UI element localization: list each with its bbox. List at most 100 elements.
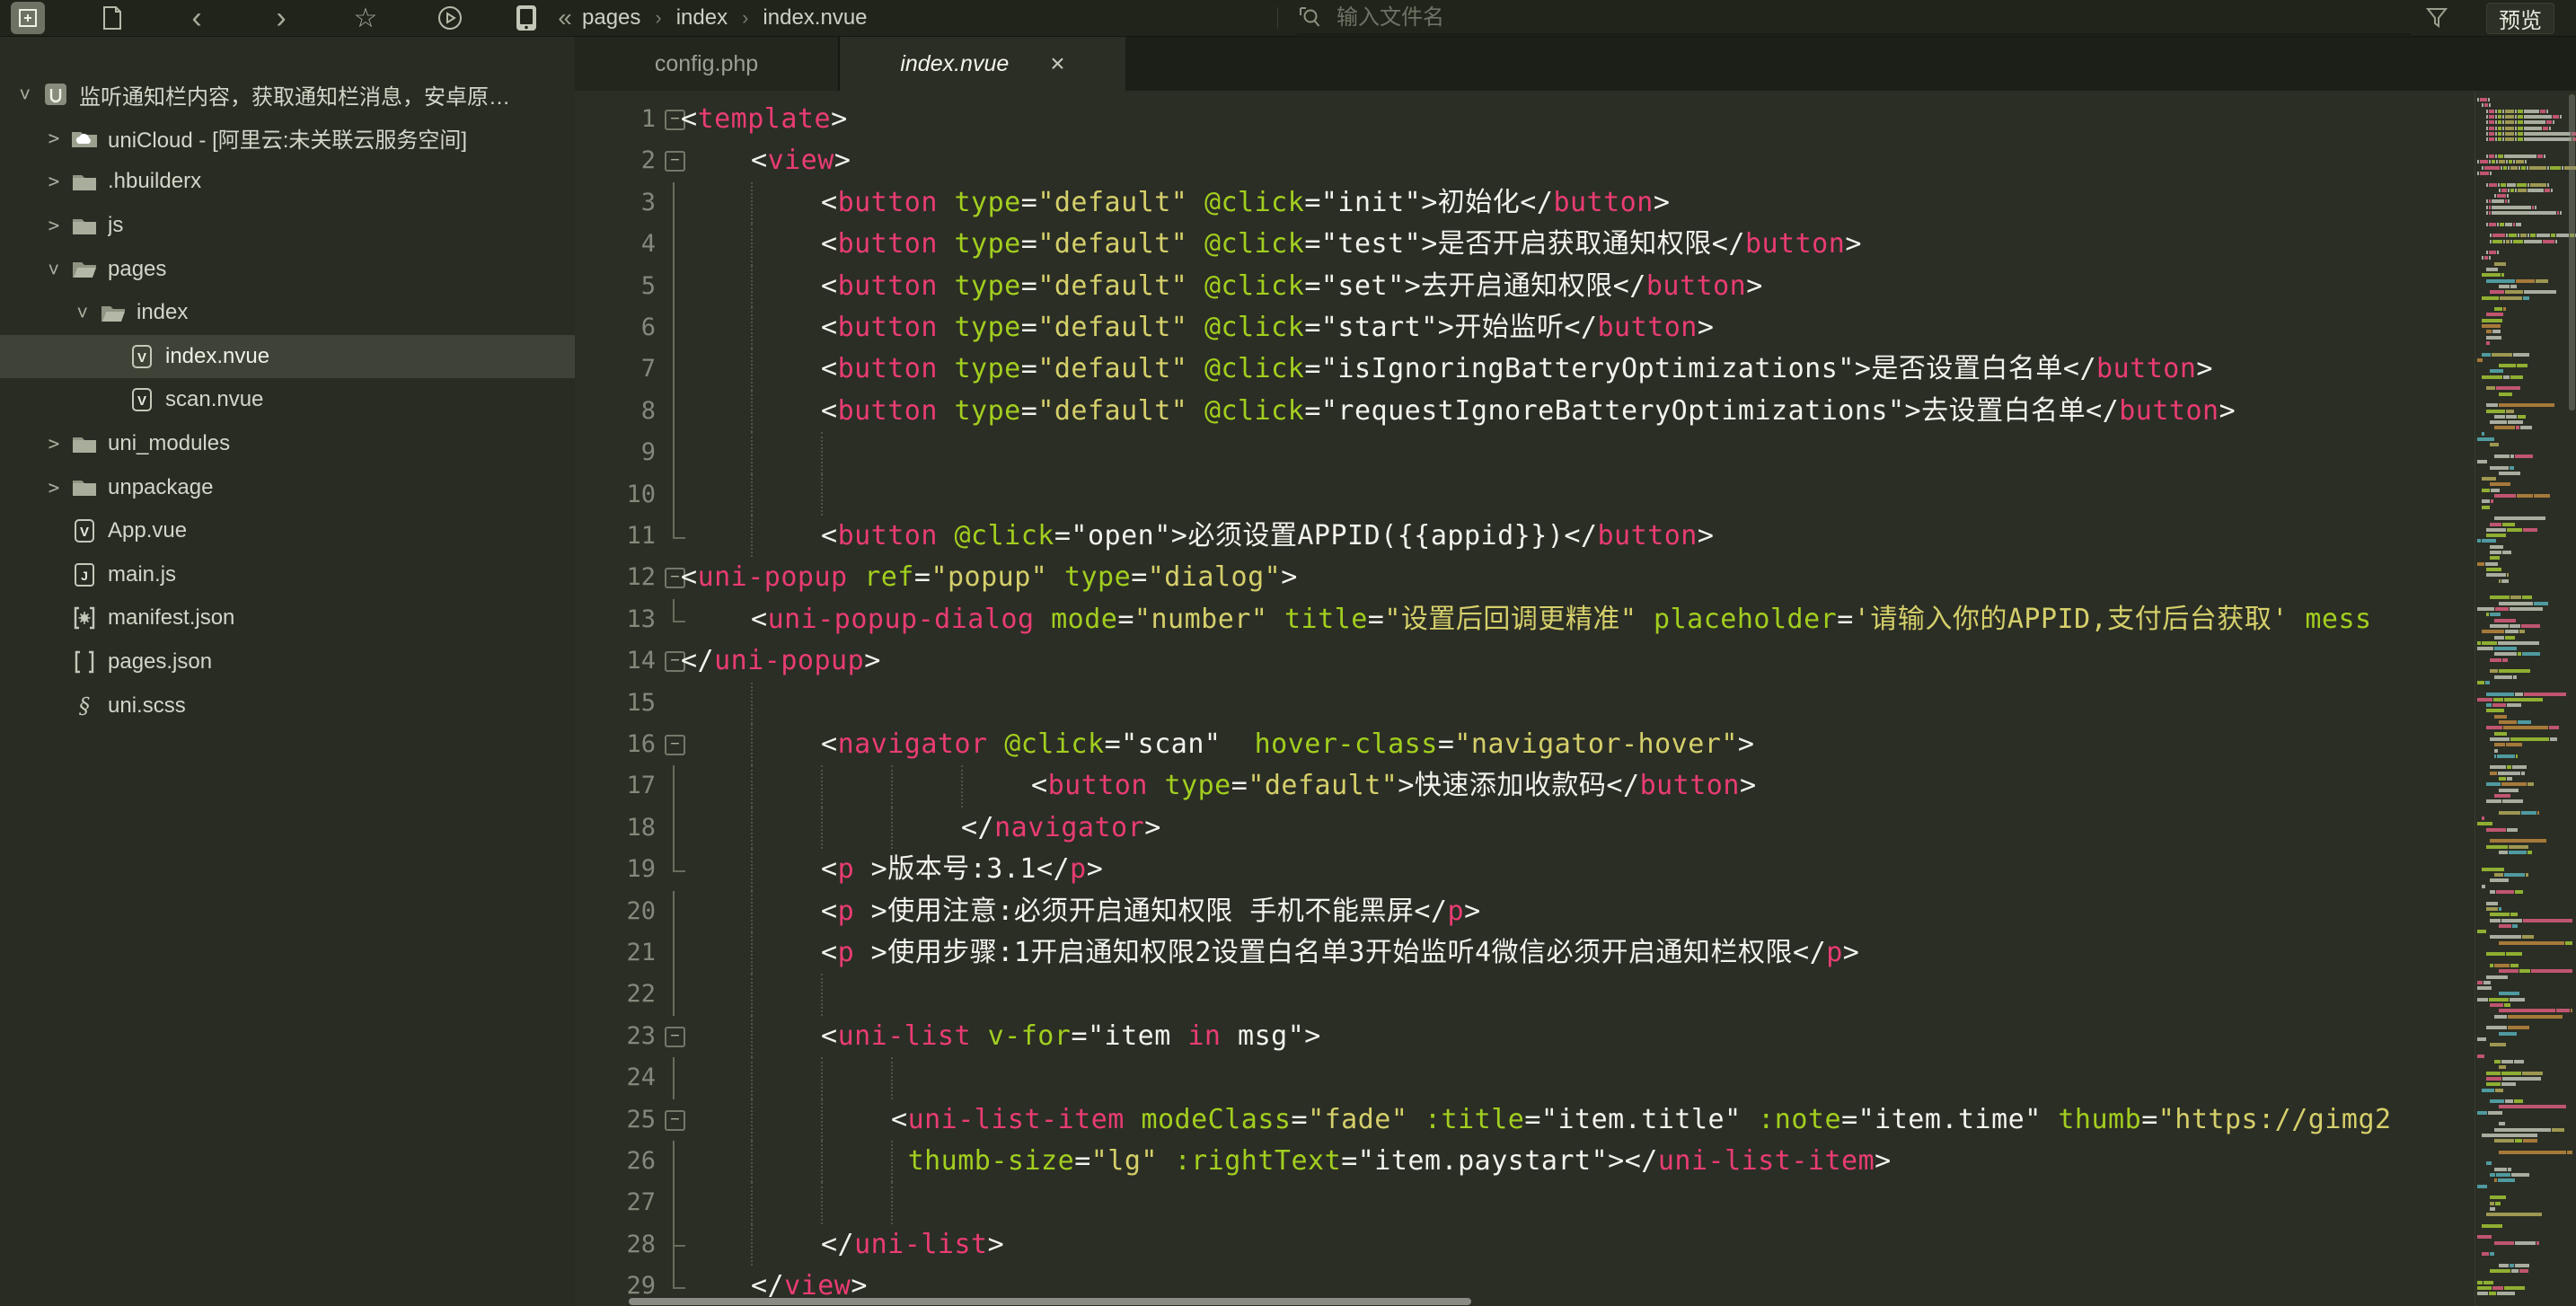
breadcrumb-item-index[interactable]: index [676, 5, 728, 31]
code-line-2[interactable]: 2− <view> [575, 140, 2475, 181]
minimap-row [2494, 414, 2527, 419]
tree-item-index[interactable]: > index [0, 291, 575, 335]
minimap-row [2499, 1263, 2530, 1267]
minimap-row [2485, 137, 2576, 142]
tree-item-index.nvue[interactable]: Vindex.nvue [0, 334, 575, 379]
minimap-row [2481, 431, 2485, 436]
code-line-5[interactable]: 5 <button type="default" @click="set">去开启… [575, 265, 2475, 307]
fold-scope-line [673, 974, 675, 1016]
chevron-right-icon[interactable]: > [40, 215, 68, 236]
collapse-breadcrumb-icon[interactable]: « [548, 2, 582, 34]
code-line-25[interactable]: 25− <uni-list-item modeClass="fade" :titl… [575, 1099, 2475, 1141]
tree-item-uni_modules[interactable]: > uni_modules [0, 422, 575, 466]
code-line-3[interactable]: 3 <button type="default" @click="init">初始… [575, 181, 2475, 225]
fold-toggle-icon[interactable]: − [665, 151, 685, 172]
tree-item-label: main.js [108, 561, 177, 587]
code-line-10[interactable]: 10 [575, 473, 2475, 516]
tab-config.php[interactable]: config.php [575, 37, 840, 91]
code-line-27[interactable]: 27 [575, 1182, 2475, 1224]
preview-button[interactable]: 预览 [2486, 3, 2554, 34]
tree-item-scan.nvue[interactable]: Vscan.nvue [0, 378, 575, 422]
minimap[interactable] [2475, 91, 2576, 1306]
fold-scope-line [673, 890, 675, 932]
code-line-18[interactable]: 18 </navigator> [575, 807, 2475, 850]
code-line-15[interactable]: 15 [575, 682, 2475, 724]
file-search-box[interactable] [1297, 2, 2411, 35]
minimap-row [2494, 1178, 2516, 1183]
horizontal-scrollbar-thumb[interactable] [629, 1298, 1471, 1305]
tab-index.nvue[interactable]: index.nvue × [840, 37, 1125, 91]
new-file-icon[interactable] [95, 2, 129, 34]
minimap-row [2481, 867, 2505, 871]
minimap-row [2481, 1223, 2503, 1228]
code-line-13[interactable]: 13 <uni-popup-dialog mode="number" title=… [575, 598, 2475, 640]
star-icon[interactable]: ☆ [348, 2, 383, 34]
tree-item-main.js[interactable]: Jmain.js [0, 553, 575, 597]
tree-item-uni.scss[interactable]: § uni.scss [0, 684, 575, 728]
code-line-20[interactable]: 20 <p >使用注意:必须开启通知权限 手机不能黑屏</p> [575, 890, 2475, 932]
chevron-right-icon[interactable]: > [40, 433, 68, 454]
fold-toggle-icon[interactable]: − [665, 1109, 685, 1131]
vertical-scrollbar-thumb[interactable] [2569, 94, 2575, 410]
code-line-6[interactable]: 6 <button type="default" @click="start">开… [575, 307, 2475, 349]
search-input[interactable] [1335, 4, 2411, 31]
code-line-23[interactable]: 23− <uni-list v-for="item in msg"> [575, 1015, 2475, 1058]
back-icon[interactable]: ‹ [180, 1, 214, 35]
app-logo-icon[interactable] [11, 2, 45, 34]
code-line-1[interactable]: 1− <template> [575, 99, 2475, 140]
code-line-11[interactable]: 11 <button @click="open">必须设置APPID({{appi… [575, 516, 2475, 558]
device-phone-icon[interactable] [508, 2, 544, 34]
chevron-down-icon[interactable]: > [72, 298, 93, 327]
forward-icon[interactable]: › [264, 1, 298, 35]
tree-item-js[interactable]: > js [0, 204, 575, 248]
minimap-row [2481, 1088, 2504, 1092]
minimap-row [2485, 901, 2499, 905]
tree-item-.hbuilderx[interactable]: > .hbuilderx [0, 160, 575, 204]
fold-toggle-icon[interactable]: − [665, 1026, 685, 1047]
tree-item-unpackage[interactable]: > unpackage [0, 465, 575, 509]
tree-item-manifest.json[interactable]: manifest.json [0, 596, 575, 640]
minimap-row [2499, 1065, 2507, 1070]
code-line-16[interactable]: 16− <navigator @click="scan" hover-class=… [575, 724, 2475, 766]
tree-item-pages[interactable]: > pages [0, 247, 575, 291]
code-line-24[interactable]: 24 [575, 1057, 2475, 1099]
svg-text:V: V [137, 393, 146, 409]
tree-item-unicloud-[interactable]: > uniCloud - [阿里云:未关联云服务空间] [0, 117, 575, 161]
chevron-right-icon[interactable]: > [40, 128, 68, 149]
tree-item--[interactable]: > 监听通知栏内容，获取通知栏消息，安卓原… [0, 73, 575, 117]
tree-item-app.vue[interactable]: V App.vue [0, 509, 575, 553]
code-line-19[interactable]: 19 <p >版本号:3.1</p> [575, 849, 2475, 891]
code-line-4[interactable]: 4 <button type="default" @click="test">是否… [575, 224, 2475, 266]
fold-toggle-icon[interactable]: − [665, 735, 685, 755]
line-number: 21 [626, 939, 656, 966]
minimap-row [2485, 827, 2519, 832]
filter-funnel-icon[interactable] [2420, 2, 2454, 34]
code-line-17[interactable]: 17 <button type="default">快速添加收款码</button… [575, 765, 2475, 807]
code-line-12[interactable]: 12− <uni-popup ref="popup" type="dialog"> [575, 557, 2475, 598]
chevron-down-icon[interactable]: > [14, 80, 36, 109]
code-line-26[interactable]: 26 thumb-size="lg" :rightText="item.pays… [575, 1141, 2475, 1183]
code-editor[interactable]: 1− <template> 2− <view> 3 <button type="defau… [575, 91, 2475, 1306]
code-line-8[interactable]: 8 <button type="default" @click="requestI… [575, 390, 2475, 433]
breadcrumb-item-file[interactable]: index.nvue [763, 5, 867, 31]
indent-guide [891, 1182, 893, 1224]
code-line-7[interactable]: 7 <button type="default" @click="isIgnori… [575, 349, 2475, 391]
chevron-right-icon[interactable]: > [40, 171, 68, 192]
tree-item-label: scan.nvue [165, 387, 264, 412]
code-text: </uni-popup> [681, 645, 881, 677]
code-line-21[interactable]: 21 <p >使用步骤:1开启通知权限2设置白名单3开始监听4微信必须开启通知栏权… [575, 932, 2475, 975]
tree-item-pages.json[interactable]: pages.json [0, 640, 575, 684]
code-line-22[interactable]: 22 [575, 974, 2475, 1016]
minimap-row [2490, 1099, 2524, 1104]
run-icon[interactable] [433, 2, 467, 34]
chevron-right-icon[interactable]: > [40, 477, 68, 499]
code-line-14[interactable]: 14− </uni-popup> [575, 640, 2475, 682]
fold-scope-line [673, 307, 675, 349]
code-line-28[interactable]: 28 </uni-list> [575, 1223, 2475, 1266]
minimap-row [2485, 1071, 2545, 1075]
minimap-row [2494, 307, 2507, 312]
code-line-9[interactable]: 9 [575, 432, 2475, 474]
chevron-down-icon[interactable]: > [43, 255, 65, 284]
close-tab-icon[interactable]: × [1050, 49, 1064, 78]
breadcrumb-item-pages[interactable]: pages [582, 5, 640, 31]
